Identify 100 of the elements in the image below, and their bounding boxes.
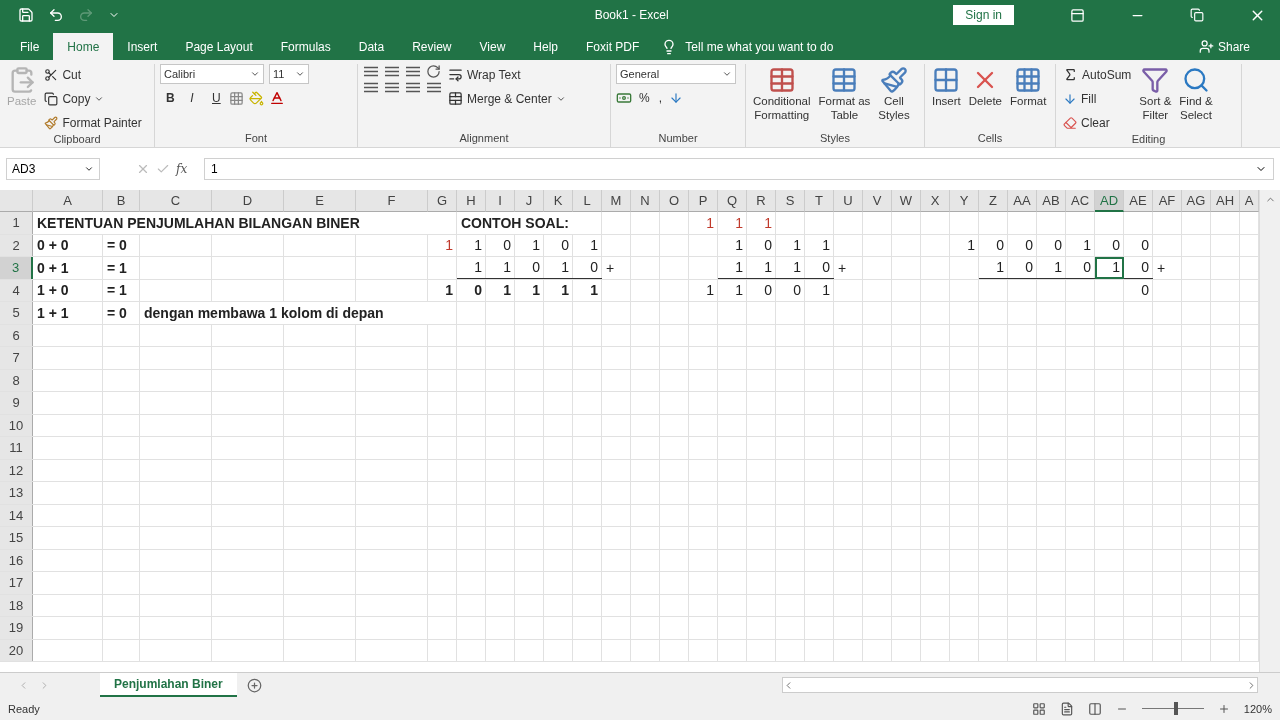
cell-value[interactable]: 1 <box>428 234 457 256</box>
cell-value[interactable]: 0 <box>1066 257 1095 279</box>
row-header[interactable]: 10 <box>0 414 33 436</box>
row-header[interactable]: 13 <box>0 482 33 504</box>
page-break-icon[interactable] <box>1087 701 1102 716</box>
font-size-field[interactable]: 11 <box>269 64 309 84</box>
autosum-button[interactable]: AutoSum <box>1061 64 1134 85</box>
sign-in-button[interactable]: Sign in <box>953 5 1014 25</box>
cell-value[interactable]: 1 <box>573 234 602 256</box>
cell-value[interactable]: 1 + 1 <box>33 302 103 324</box>
cell-value[interactable]: + <box>834 257 863 279</box>
save-icon[interactable] <box>18 7 34 23</box>
row-header[interactable]: 7 <box>0 347 33 369</box>
column-header[interactable]: D <box>212 190 284 212</box>
column-header[interactable]: K <box>544 190 573 212</box>
fill-button[interactable]: Fill <box>1061 88 1134 109</box>
column-header[interactable]: Q <box>718 190 747 212</box>
cell-value[interactable]: 0 + 1 <box>33 257 103 279</box>
column-header[interactable]: B <box>103 190 140 212</box>
new-sheet-icon[interactable] <box>246 677 262 693</box>
row-header[interactable]: 15 <box>0 527 33 549</box>
insert-function-button[interactable]: fx <box>176 162 198 176</box>
column-header[interactable]: A <box>33 190 103 212</box>
cell-value[interactable]: 1 <box>718 257 747 279</box>
cell-value[interactable]: 0 <box>457 279 486 301</box>
column-header[interactable]: O <box>660 190 689 212</box>
wrap-text-button[interactable]: Wrap Text <box>446 64 568 85</box>
cell-value[interactable]: 1 <box>544 279 573 301</box>
cell-value[interactable]: 0 <box>1124 279 1153 301</box>
formula-field[interactable]: 1 <box>204 158 1274 180</box>
zoom-level[interactable]: 120% <box>1243 702 1272 715</box>
row-header[interactable]: 4 <box>0 279 33 301</box>
cell-value[interactable]: 0 + 0 <box>33 234 103 256</box>
cell-value[interactable]: 0 <box>776 279 805 301</box>
ribbon-tab[interactable]: Review <box>398 33 466 60</box>
fill-color-icon[interactable] <box>249 90 264 106</box>
ribbon-tab[interactable]: Home <box>53 33 114 60</box>
ribbon-button[interactable]: Find & Select <box>1177 64 1215 133</box>
cell-value[interactable]: 0 <box>805 257 834 279</box>
row-header[interactable]: 14 <box>0 504 33 526</box>
cell-value[interactable]: 1 <box>544 257 573 279</box>
cell-value[interactable]: 0 <box>979 234 1008 256</box>
cell-value[interactable]: 1 <box>718 279 747 301</box>
cell-value[interactable]: 1 <box>776 257 805 279</box>
row-header[interactable]: 17 <box>0 572 33 594</box>
cell-value[interactable]: 0 <box>486 234 515 256</box>
row-header[interactable]: 12 <box>0 459 33 481</box>
ribbon-tab[interactable]: Foxit PDF <box>572 33 654 60</box>
row-header[interactable]: 5 <box>0 302 33 324</box>
column-header[interactable]: Y <box>950 190 979 212</box>
column-header[interactable]: H <box>457 190 486 212</box>
cell-value[interactable]: 1 <box>950 234 979 256</box>
ribbon-button[interactable]: Insert <box>930 64 963 132</box>
column-header[interactable]: J <box>515 190 544 212</box>
cell-value[interactable]: + <box>602 257 631 279</box>
borders-icon[interactable] <box>229 90 244 106</box>
cell-value[interactable]: 1 <box>805 234 834 256</box>
row-header[interactable]: 18 <box>0 594 33 616</box>
bold-button[interactable]: B <box>160 87 178 109</box>
cell-value[interactable]: = 1 <box>103 257 140 279</box>
cell-value[interactable]: = 0 <box>103 234 140 256</box>
clear-button[interactable]: Clear <box>1061 112 1134 133</box>
cell-value[interactable]: 0 <box>515 257 544 279</box>
cell-value[interactable]: 0 <box>1124 234 1153 256</box>
ribbon-tab[interactable]: Data <box>344 33 399 60</box>
cell-value[interactable]: 0 <box>1008 234 1037 256</box>
cell-value[interactable]: 1 <box>747 257 776 279</box>
merge-center-button[interactable]: Merge & Center <box>446 88 568 109</box>
ribbon-tab[interactable]: View <box>465 33 520 60</box>
cell-value[interactable]: 0 <box>747 279 776 301</box>
tell-me-search[interactable]: Tell me what you want to do <box>685 39 834 54</box>
cell-value[interactable]: 1 <box>515 279 544 301</box>
column-header[interactable]: AA <box>1008 190 1037 212</box>
zoom-slider-thumb[interactable] <box>1173 702 1178 715</box>
column-header[interactable]: E <box>284 190 356 212</box>
cell-value[interactable]: 1 <box>1095 257 1124 279</box>
column-header[interactable]: AF <box>1153 190 1182 212</box>
cell-value[interactable]: 1 <box>573 279 602 301</box>
cell-value[interactable]: 1 <box>776 234 805 256</box>
row-header[interactable]: 3 <box>0 257 33 279</box>
row-header[interactable]: 2 <box>0 234 33 256</box>
cell-value[interactable]: 1 <box>1066 234 1095 256</box>
share-button[interactable]: Share <box>1192 33 1256 60</box>
orientation-icon[interactable] <box>426 64 441 79</box>
font-name-field[interactable]: Calibri <box>160 64 264 84</box>
row-header[interactable]: 1 <box>0 212 33 234</box>
cell-value[interactable]: 1 <box>1037 257 1066 279</box>
cell-value[interactable]: 1 <box>718 212 747 234</box>
cell-value[interactable]: = 0 <box>103 302 140 324</box>
column-header[interactable]: Z <box>979 190 1008 212</box>
row-header[interactable]: 11 <box>0 437 33 459</box>
column-header[interactable]: N <box>631 190 660 212</box>
ribbon-button[interactable]: Conditional Formatting <box>751 64 813 132</box>
column-header[interactable]: U <box>834 190 863 212</box>
column-header[interactable]: AD <box>1095 190 1124 212</box>
horizontal-scrollbar[interactable] <box>782 677 1258 693</box>
cell-value[interactable]: 0 <box>1037 234 1066 256</box>
column-header[interactable]: X <box>921 190 950 212</box>
name-box[interactable]: AD3 <box>6 158 100 180</box>
column-header[interactable]: A <box>1240 190 1259 212</box>
